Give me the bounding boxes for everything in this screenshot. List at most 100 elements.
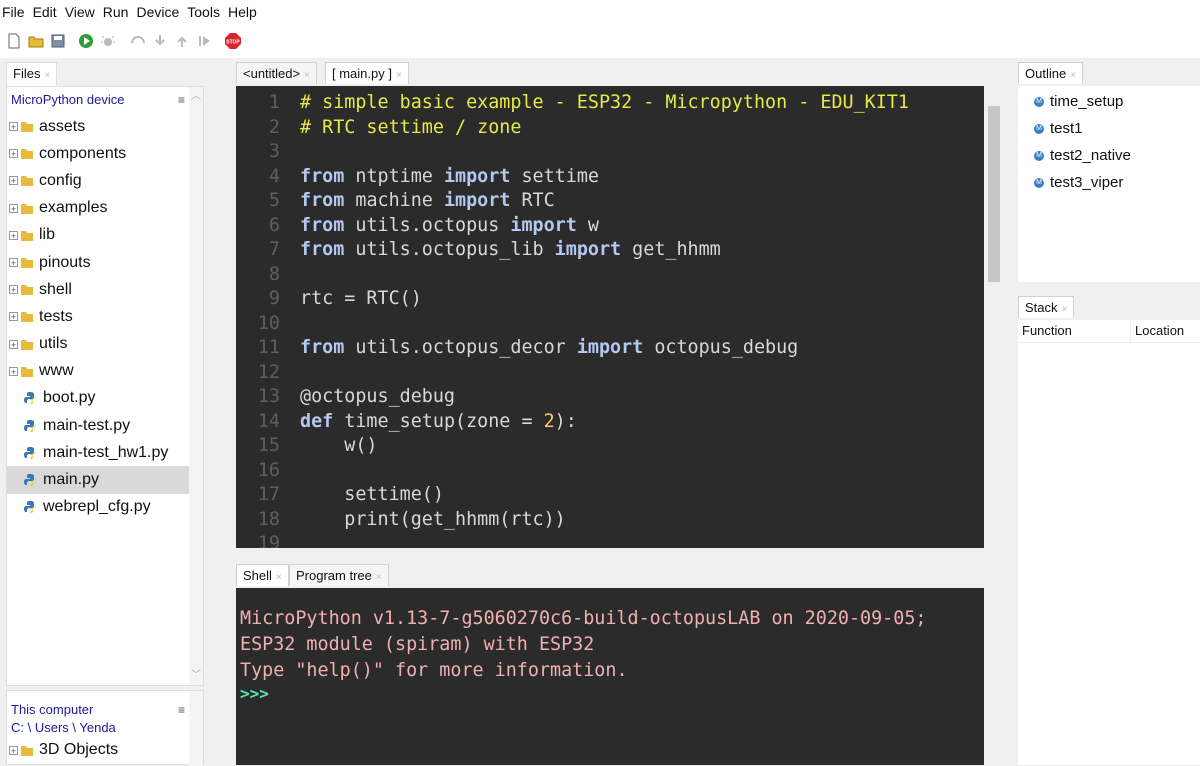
folder-label: components bbox=[39, 144, 127, 162]
tab-main-py[interactable]: [ main.py ] × bbox=[325, 62, 409, 84]
folder-item[interactable]: + shell bbox=[7, 276, 203, 303]
menu-edit[interactable]: Edit bbox=[33, 4, 57, 20]
close-icon[interactable]: × bbox=[1062, 304, 1068, 315]
python-file-icon bbox=[24, 419, 36, 432]
close-icon[interactable]: × bbox=[304, 70, 310, 81]
menu-run[interactable]: Run bbox=[103, 4, 129, 20]
code-line[interactable]: print(get_hhmm(rtc)) bbox=[300, 509, 565, 530]
code-line[interactable]: rtc = RTC() bbox=[300, 288, 422, 309]
tab-program-tree[interactable]: Program tree × bbox=[289, 564, 389, 586]
folder-label: pinouts bbox=[39, 253, 91, 271]
close-icon[interactable]: × bbox=[1070, 70, 1076, 81]
file-item[interactable]: main.py bbox=[7, 466, 203, 494]
expand-icon[interactable]: + bbox=[9, 745, 18, 755]
step-out-icon[interactable] bbox=[174, 33, 190, 49]
menu-icon[interactable]: ≡ bbox=[178, 701, 185, 719]
expand-icon[interactable]: + bbox=[9, 285, 18, 295]
close-icon[interactable]: × bbox=[376, 572, 382, 583]
expand-icon[interactable]: + bbox=[9, 339, 18, 349]
code-line[interactable]: # RTC settime / zone bbox=[300, 117, 521, 138]
expand-icon[interactable]: + bbox=[9, 149, 18, 159]
code-line[interactable]: from utils.octopus_lib import get_hhmm bbox=[300, 239, 721, 260]
folder-item[interactable]: + lib bbox=[7, 222, 203, 249]
shell-console[interactable]: MicroPython v1.13-7-g5060270c6-build-oct… bbox=[236, 588, 984, 765]
folder-item[interactable]: + utils bbox=[7, 331, 203, 358]
menu-view[interactable]: View bbox=[65, 4, 95, 20]
expand-icon[interactable]: + bbox=[9, 258, 18, 268]
column-header-location[interactable]: Location bbox=[1130, 320, 1184, 342]
file-item[interactable]: main-test.py bbox=[7, 412, 203, 439]
folder-item[interactable]: + examples bbox=[7, 195, 203, 222]
outline-item[interactable]: Mtest2_native bbox=[1018, 142, 1200, 169]
folder-item[interactable]: + tests bbox=[7, 303, 203, 330]
expand-icon[interactable]: + bbox=[9, 366, 18, 376]
scroll-up-icon[interactable]: ︿ bbox=[189, 87, 203, 102]
list-item[interactable]: + 3D Objects bbox=[7, 737, 203, 763]
menu-file[interactable]: File bbox=[2, 4, 25, 20]
shell-prompt[interactable]: >>> bbox=[240, 684, 269, 703]
new-file-icon[interactable] bbox=[6, 33, 22, 49]
step-over-icon[interactable] bbox=[130, 33, 146, 49]
shell-line: Type "help()" for more information. bbox=[240, 660, 628, 681]
tab-shell[interactable]: Shell × bbox=[236, 564, 289, 586]
file-item[interactable]: boot.py bbox=[7, 385, 203, 412]
tab-files[interactable]: Files × bbox=[6, 62, 58, 86]
code-line[interactable]: from utils.octopus import w bbox=[300, 215, 599, 236]
tab-untitled[interactable]: <untitled> × bbox=[236, 62, 317, 84]
line-number: 3 bbox=[268, 141, 280, 162]
code-line[interactable]: settime() bbox=[300, 484, 444, 505]
shell-scrollbar[interactable] bbox=[986, 588, 1002, 765]
menu-icon[interactable]: ≡ bbox=[178, 87, 185, 113]
file-item[interactable]: main-test_hw1.py bbox=[7, 439, 203, 466]
folder-icon bbox=[21, 258, 33, 269]
code-line[interactable]: from machine import RTC bbox=[300, 190, 555, 211]
computer-label: This computer bbox=[11, 702, 94, 717]
expand-icon[interactable]: + bbox=[9, 312, 18, 322]
close-icon[interactable]: × bbox=[396, 70, 402, 81]
code-line[interactable]: w() bbox=[300, 435, 377, 456]
tab-stack[interactable]: Stack × bbox=[1018, 296, 1075, 318]
expand-icon[interactable]: + bbox=[9, 230, 18, 240]
column-header-function[interactable]: Function bbox=[1018, 320, 1130, 342]
computer-path[interactable]: C: \ Users \ Yenda bbox=[11, 719, 203, 737]
method-icon: M bbox=[1034, 96, 1044, 107]
code-line[interactable]: from ntptime import settime bbox=[300, 166, 599, 187]
outline-item-label: test1 bbox=[1050, 120, 1083, 137]
run-icon[interactable] bbox=[78, 33, 94, 49]
computer-scrollbar[interactable] bbox=[189, 691, 203, 766]
folder-item[interactable]: + components bbox=[7, 140, 203, 167]
code-line[interactable]: @octopus_debug bbox=[300, 386, 455, 407]
folder-item[interactable]: + www bbox=[7, 358, 203, 385]
tab-outline[interactable]: Outline × bbox=[1018, 62, 1084, 84]
file-item[interactable]: webrepl_cfg.py bbox=[7, 494, 203, 521]
expand-icon[interactable]: + bbox=[9, 203, 18, 213]
outline-item[interactable]: Mtime_setup bbox=[1018, 88, 1200, 115]
folder-item[interactable]: + assets bbox=[7, 113, 203, 140]
scroll-down-icon[interactable]: ﹀ bbox=[189, 666, 203, 681]
code-line[interactable]: from utils.octopus_decor import octopus_… bbox=[300, 337, 798, 358]
editor-scroll-thumb[interactable] bbox=[988, 106, 1000, 282]
resume-icon[interactable] bbox=[196, 33, 212, 49]
close-icon[interactable]: × bbox=[276, 572, 282, 583]
save-icon[interactable] bbox=[50, 33, 66, 49]
outline-item[interactable]: Mtest3_viper bbox=[1018, 169, 1200, 196]
code-line[interactable]: def time_setup(zone = 2): bbox=[300, 411, 577, 432]
stop-icon[interactable]: STOP bbox=[224, 32, 242, 50]
folder-item[interactable]: + pinouts bbox=[7, 249, 203, 276]
tab-main-py-label: [ main.py ] bbox=[332, 66, 392, 81]
outline-item[interactable]: Mtest1 bbox=[1018, 115, 1200, 142]
open-folder-icon[interactable] bbox=[28, 33, 44, 49]
files-scrollbar[interactable]: ︿ ﹀ bbox=[189, 87, 203, 685]
menu-device[interactable]: Device bbox=[136, 4, 179, 20]
debug-icon[interactable] bbox=[100, 33, 116, 49]
close-icon[interactable]: × bbox=[44, 70, 50, 81]
code-editor[interactable]: 1 # simple basic example - ESP32 - Microp… bbox=[236, 86, 984, 548]
code-line[interactable]: # simple basic example - ESP32 - Micropy… bbox=[300, 92, 909, 113]
expand-icon[interactable]: + bbox=[9, 176, 18, 186]
expand-icon[interactable]: + bbox=[9, 122, 18, 132]
line-number: 16 bbox=[257, 459, 280, 481]
menu-tools[interactable]: Tools bbox=[187, 4, 220, 20]
menu-help[interactable]: Help bbox=[228, 4, 257, 20]
step-into-icon[interactable] bbox=[152, 33, 168, 49]
folder-item[interactable]: + config bbox=[7, 167, 203, 194]
